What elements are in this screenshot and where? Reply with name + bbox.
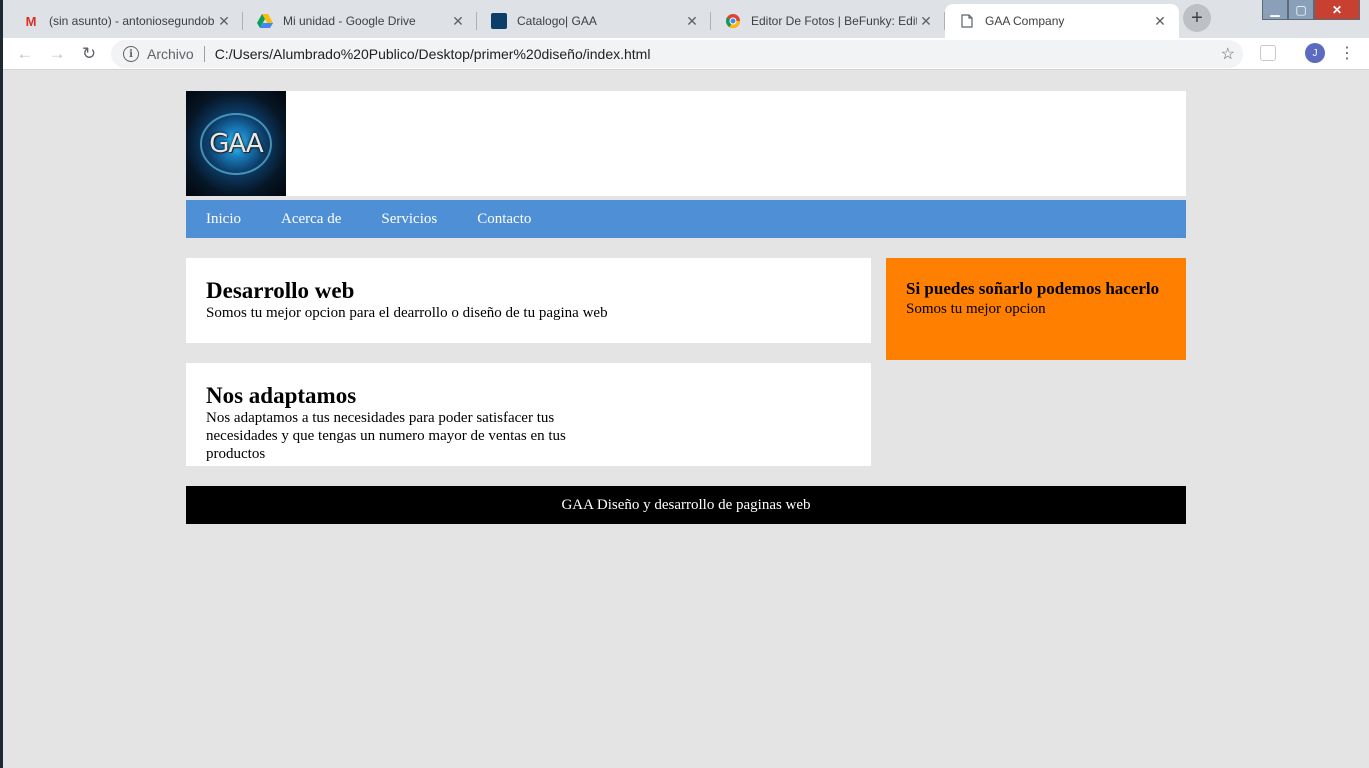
close-tab-icon[interactable]: ✕: [683, 13, 701, 30]
gmail-icon: M: [25, 13, 37, 29]
page-viewport: GAA Inicio Acerca de Servicios Contacto …: [3, 71, 1369, 768]
card-title: Nos adaptamos: [206, 383, 357, 408]
google-drive-icon: [257, 13, 273, 29]
tab-title: GAA Company: [985, 14, 1065, 28]
browser-toolbar: ← → ↻ i Archivo C:/Users/Alumbrado%20Pub…: [3, 38, 1369, 70]
page-icon: [959, 13, 975, 29]
maximize-window-button[interactable]: ▢: [1288, 0, 1314, 20]
gaa-logo-icon: [491, 13, 507, 29]
nav-link-servicios[interactable]: Servicios: [381, 211, 437, 228]
main-nav: Inicio Acerca de Servicios Contacto: [186, 200, 1186, 238]
close-window-button[interactable]: ✕: [1314, 0, 1360, 20]
card-desarrollo-web: Desarrollo web Somos tu mejor opcion par…: [186, 258, 871, 343]
close-tab-icon[interactable]: ✕: [1151, 13, 1169, 30]
tab-strip: M (sin asunto) - antoniosegundob ✕ Mi un…: [3, 0, 1369, 38]
close-tab-icon[interactable]: ✕: [917, 13, 935, 30]
browser-menu-icon[interactable]: ⋮: [1339, 42, 1355, 64]
aside-title: Si puedes soñarlo podemos hacerlo: [906, 279, 1160, 298]
tab-title: Mi unidad - Google Drive: [283, 14, 416, 28]
info-icon[interactable]: i: [123, 46, 139, 62]
close-tab-icon[interactable]: ✕: [449, 13, 467, 30]
browser-window: M (sin asunto) - antoniosegundob ✕ Mi un…: [3, 0, 1369, 768]
address-bar[interactable]: i Archivo C:/Users/Alumbrado%20Publico/D…: [111, 40, 1243, 68]
tab-catalogo[interactable]: Catalogo| GAA ✕: [477, 4, 711, 38]
chrome-icon: [725, 13, 741, 29]
new-tab-button[interactable]: +: [1183, 4, 1211, 32]
reload-button[interactable]: ↻: [77, 42, 101, 66]
nav-link-acerca-de[interactable]: Acerca de: [281, 211, 341, 228]
site-header: GAA: [186, 91, 1186, 196]
gaa-logo: GAA: [186, 91, 286, 196]
back-button[interactable]: ←: [13, 42, 37, 66]
nav-link-contacto[interactable]: Contacto: [477, 211, 531, 228]
address-divider: [203, 46, 205, 62]
profile-avatar[interactable]: J: [1305, 43, 1325, 63]
card-nos-adaptamos: Nos adaptamos Nos adaptamos a tus necesi…: [186, 363, 871, 466]
site-footer: GAA Diseño y desarrollo de paginas web: [186, 486, 1186, 524]
tab-befunky[interactable]: Editor De Fotos | BeFunky: Edita ✕: [711, 4, 945, 38]
card-text: Somos tu mejor opcion para el dearrollo …: [206, 305, 608, 321]
tab-gmail[interactable]: M (sin asunto) - antoniosegundob ✕: [9, 4, 243, 38]
address-url: C:/Users/Alumbrado%20Publico/Desktop/pri…: [214, 46, 651, 62]
address-scheme: Archivo: [147, 46, 194, 62]
aside-text: Somos tu mejor opcion: [906, 301, 1046, 317]
tab-gaa-company[interactable]: GAA Company ✕: [945, 4, 1179, 38]
bookmark-star-icon[interactable]: ☆: [1221, 44, 1235, 64]
tab-title: (sin asunto) - antoniosegundob: [49, 14, 215, 28]
nav-link-inicio[interactable]: Inicio: [206, 211, 241, 228]
tab-title: Catalogo| GAA: [517, 14, 597, 28]
minimize-window-button[interactable]: ▁: [1262, 0, 1288, 20]
close-tab-icon[interactable]: ✕: [215, 13, 233, 30]
tab-title: Editor De Fotos | BeFunky: Edita: [751, 14, 917, 28]
forward-button[interactable]: →: [45, 42, 69, 66]
logo-text: GAA: [209, 129, 263, 159]
card-title: Desarrollo web: [206, 278, 355, 303]
promo-aside: Si puedes soñarlo podemos hacerlo Somos …: [886, 258, 1186, 360]
card-text: Nos adaptamos a tus necesidades para pod…: [206, 410, 566, 462]
extension-icon[interactable]: [1260, 45, 1276, 61]
tab-google-drive[interactable]: Mi unidad - Google Drive ✕: [243, 4, 477, 38]
